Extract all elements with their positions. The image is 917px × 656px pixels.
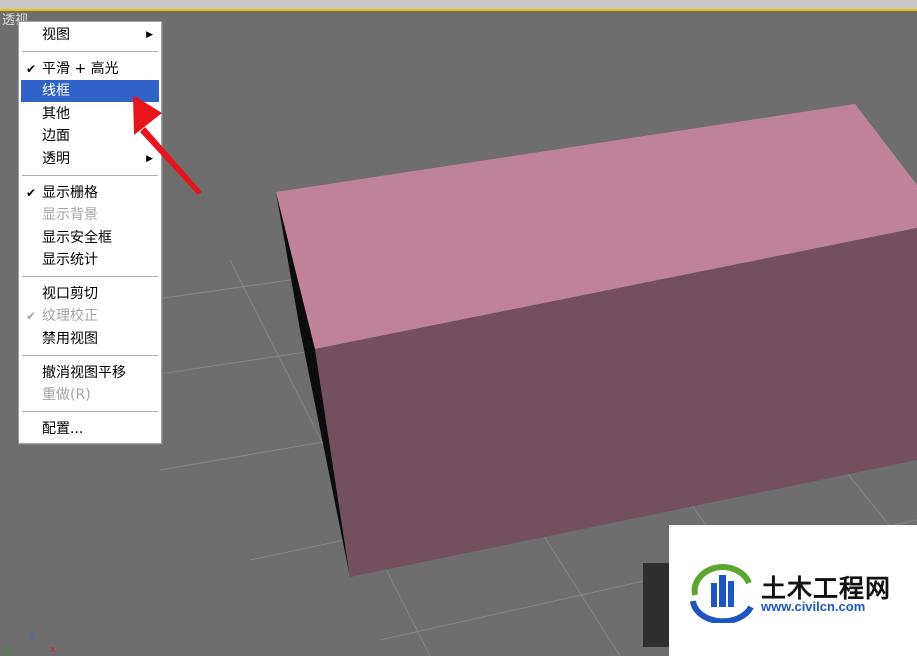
menu-item-label: 视图	[42, 27, 70, 43]
menu-item-label: 撤消视图平移	[42, 365, 126, 381]
watermark: 土木工程网 www.civilcn.com	[669, 525, 917, 656]
menu-item-label: 显示统计	[42, 252, 98, 268]
menu-item-label: 禁用视图	[42, 331, 98, 347]
menu-item-label: 重做(R)	[42, 387, 91, 403]
menu-item-view[interactable]: 视图 ▶	[21, 24, 159, 46]
menu-separator	[22, 355, 158, 356]
axis-y-label: y	[6, 645, 12, 655]
menu-item-configure[interactable]: 配置...	[21, 418, 159, 440]
menu-item-undo-view-pan[interactable]: 撤消视图平移	[21, 362, 159, 384]
menu-item-redo: 重做(R)	[21, 384, 159, 406]
menu-item-smooth-highlights[interactable]: ✔ 平滑 + 高光	[21, 58, 159, 80]
menu-item-label: 其他	[42, 106, 70, 122]
menu-item-label: 显示安全框	[42, 230, 112, 246]
menu-item-label: 纹理校正	[42, 308, 98, 324]
check-icon: ✔	[26, 186, 37, 200]
menu-separator	[22, 276, 158, 277]
menu-item-texture-correction: ✔ 纹理校正	[21, 305, 159, 327]
menu-item-label: 边面	[42, 128, 70, 144]
menu-item-disable-view[interactable]: 禁用视图	[21, 328, 159, 350]
menu-separator	[22, 411, 158, 412]
watermark-url: www.civilcn.com	[761, 599, 866, 614]
menu-item-viewport-clipping[interactable]: 视口剪切	[21, 283, 159, 305]
menu-item-label: 平滑 + 高光	[42, 61, 119, 77]
menu-item-show-statistics[interactable]: 显示统计	[21, 249, 159, 271]
menu-item-label: 显示背景	[42, 207, 98, 223]
menu-item-label: 显示栅格	[42, 185, 98, 201]
viewport-top-border	[0, 0, 917, 11]
check-icon: ✔	[26, 62, 37, 76]
menu-separator	[22, 51, 158, 52]
menu-item-label: 线框	[42, 83, 70, 99]
menu-item-label: 视口剪切	[42, 286, 98, 302]
axis-z-label: z	[30, 631, 35, 641]
menu-item-label: 配置...	[42, 421, 84, 437]
check-icon: ✔	[26, 309, 37, 323]
submenu-arrow-icon: ▶	[146, 30, 153, 40]
menu-item-label: 透明	[42, 151, 70, 167]
annotation-arrow-icon	[133, 95, 202, 195]
menu-item-show-background: 显示背景	[21, 204, 159, 226]
civilcn-logo-icon	[690, 564, 754, 623]
viewport-context-menu: 视图 ▶ ✔ 平滑 + 高光 线框 其他 边面 透明 ▶ ✔ 显示栅格 显示背景…	[18, 21, 162, 444]
menu-item-show-safe-frame[interactable]: 显示安全框	[21, 227, 159, 249]
axis-x-label: x	[50, 645, 56, 655]
